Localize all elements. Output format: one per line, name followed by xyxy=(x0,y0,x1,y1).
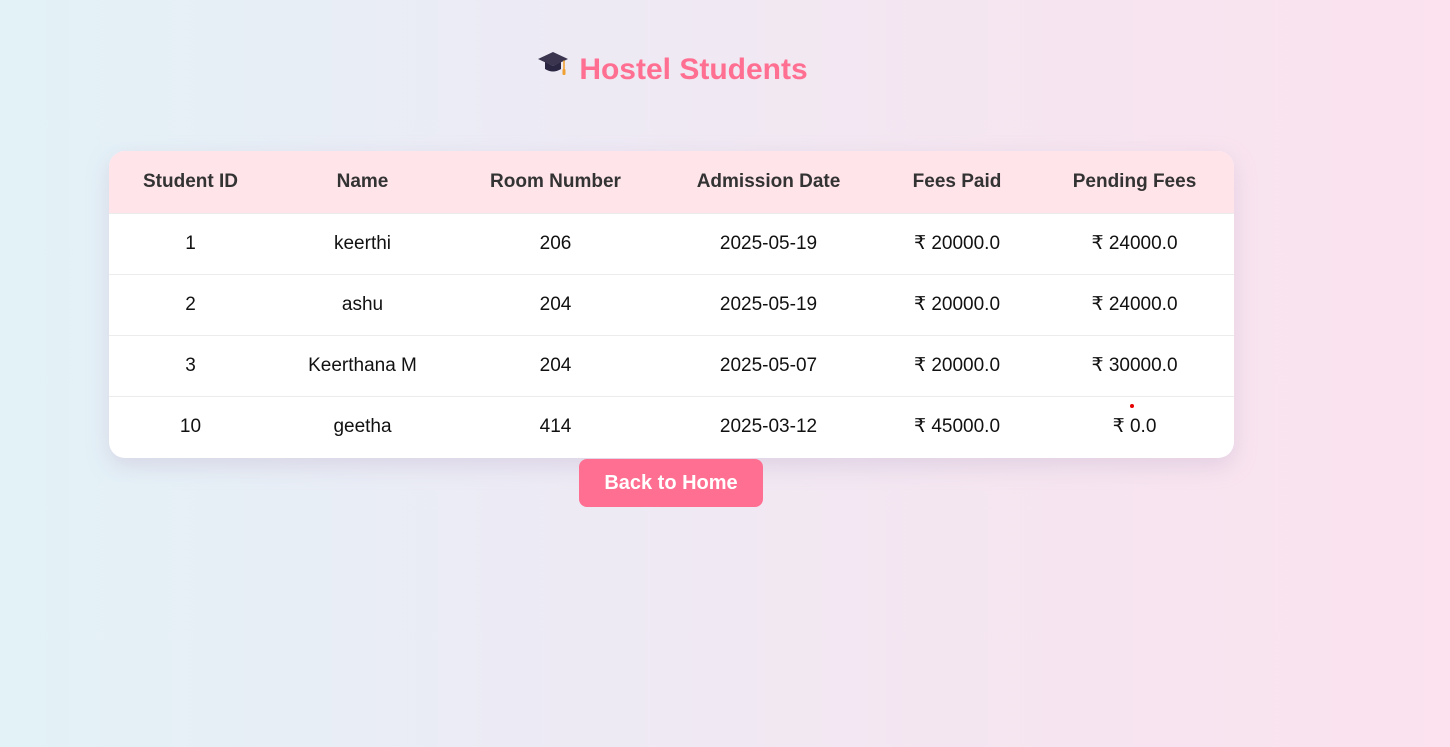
cell-fees-paid: ₹ 20000.0 xyxy=(913,355,1001,376)
column-header-fees-paid: Fees Paid xyxy=(912,170,1002,192)
cell-room-number: 204 xyxy=(539,354,572,376)
table-row: 3 Keerthana M 204 2025-05-07 ₹ 20000.0 ₹… xyxy=(109,335,1234,396)
cell-pending-fees: ₹ 0.0 xyxy=(1112,416,1157,438)
cell-admission-date: 2025-05-07 xyxy=(719,354,818,376)
column-header-student-id: Student ID xyxy=(143,170,238,192)
cell-pending-fees: ₹ 24000.0 xyxy=(1091,294,1178,315)
cell-pending-fees: ₹ 24000.0 xyxy=(1091,233,1178,254)
cell-admission-date: 2025-05-19 xyxy=(719,293,818,315)
cell-name: keerthi xyxy=(333,232,392,254)
cell-fees-paid: ₹ 20000.0 xyxy=(913,294,1001,315)
cell-name: geetha xyxy=(333,415,392,437)
column-header-admission-date: Admission Date xyxy=(696,170,841,192)
column-header-name: Name xyxy=(336,170,389,192)
cell-name: ashu xyxy=(341,293,384,315)
table-header-row: Student ID Name Room Number Admission Da… xyxy=(109,151,1234,213)
cell-student-id: 3 xyxy=(185,354,196,376)
cell-name: Keerthana M xyxy=(308,354,417,376)
cell-student-id: 1 xyxy=(185,232,196,254)
students-table-card: Student ID Name Room Number Admission Da… xyxy=(109,151,1234,458)
students-table: Student ID Name Room Number Admission Da… xyxy=(109,151,1234,457)
page-title: Hostel Students xyxy=(0,50,1345,92)
cell-room-number: 206 xyxy=(539,232,572,254)
back-to-home-button[interactable]: Back to Home xyxy=(579,459,763,507)
table-row: 2 ashu 204 2025-05-19 ₹ 20000.0 ₹ 24000.… xyxy=(109,274,1234,335)
cell-room-number: 204 xyxy=(539,293,572,315)
cell-room-number: 414 xyxy=(539,415,572,437)
cell-student-id: 10 xyxy=(179,415,202,437)
cell-fees-paid: ₹ 20000.0 xyxy=(913,233,1001,254)
mouse-cursor-dot xyxy=(1130,404,1134,408)
page-title-text: Hostel Students xyxy=(579,53,808,86)
column-header-pending-fees: Pending Fees xyxy=(1072,170,1197,192)
table-row: 10 geetha 414 2025-03-12 ₹ 45000.0 ₹ 0.0 xyxy=(109,396,1234,457)
cell-fees-paid: ₹ 45000.0 xyxy=(913,416,1001,438)
column-header-room-number: Room Number xyxy=(490,170,621,192)
cell-admission-date: 2025-05-19 xyxy=(719,232,818,254)
graduation-cap-icon xyxy=(537,48,569,89)
cell-student-id: 2 xyxy=(185,293,196,315)
table-row: 1 keerthi 206 2025-05-19 ₹ 20000.0 ₹ 240… xyxy=(109,213,1234,274)
cell-admission-date: 2025-03-12 xyxy=(719,415,818,437)
cell-pending-fees: ₹ 30000.0 xyxy=(1091,355,1178,376)
